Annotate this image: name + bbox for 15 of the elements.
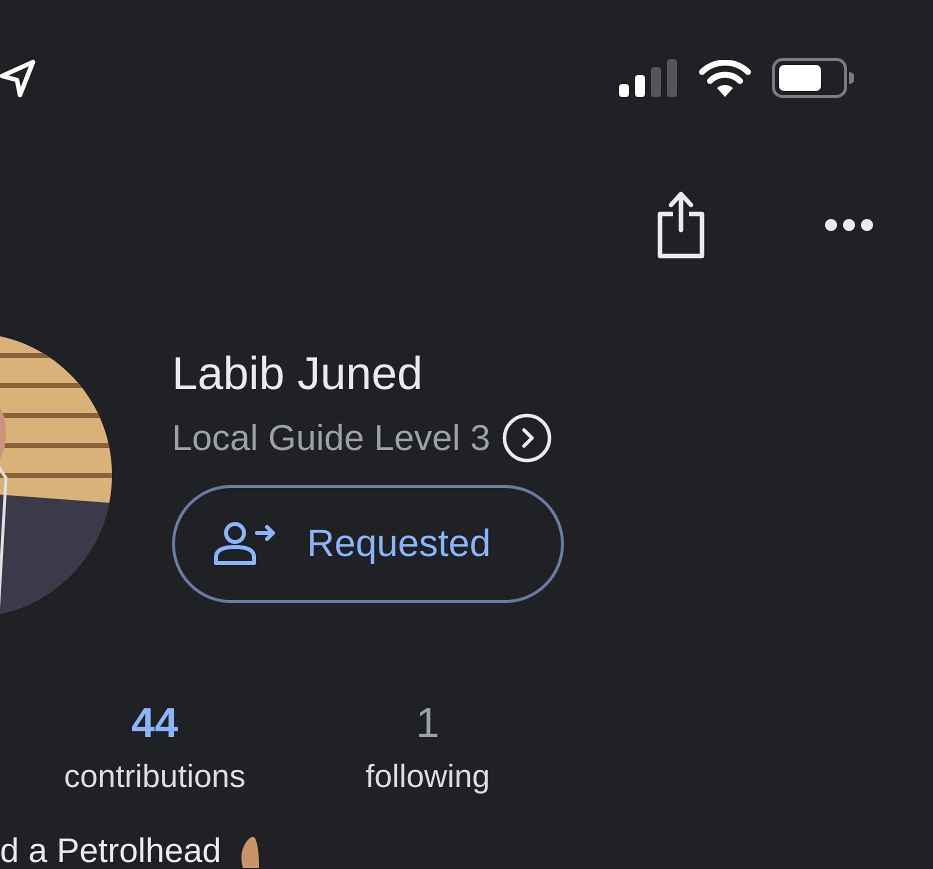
- stat-value: 44: [131, 698, 178, 748]
- stat-label: contributions: [64, 757, 246, 796]
- battery-icon: [772, 58, 854, 98]
- stat-value: 1: [416, 698, 440, 748]
- person-arrow-icon: [213, 521, 277, 567]
- requested-button[interactable]: Requested: [172, 485, 564, 603]
- bio-text: d a Petrolhead: [0, 834, 222, 868]
- location-arrow-icon: [0, 58, 36, 98]
- share-icon[interactable]: [655, 190, 707, 260]
- stat-label: following: [365, 757, 490, 796]
- chevron-right-circle-icon[interactable]: [502, 413, 552, 463]
- local-guide-level: Local Guide Level 3: [172, 416, 490, 460]
- profile-name: Labib Juned: [172, 346, 423, 401]
- signal-icon: [619, 59, 677, 97]
- wifi-icon: [699, 60, 751, 97]
